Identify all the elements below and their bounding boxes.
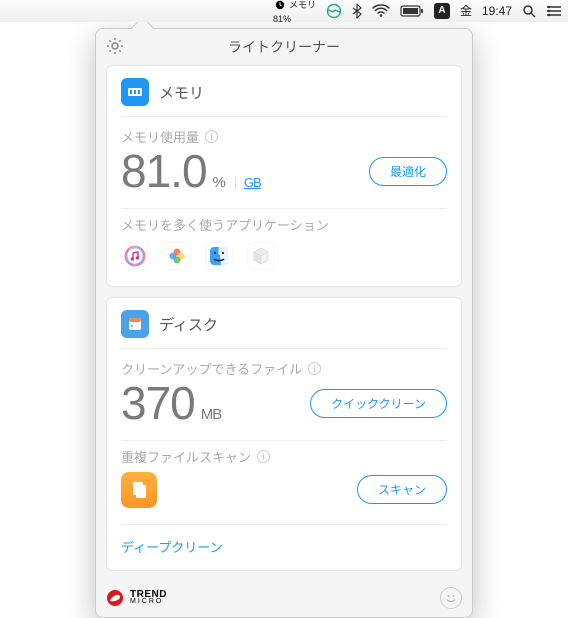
- scan-button[interactable]: スキャン: [357, 475, 447, 504]
- notification-center-icon[interactable]: [546, 5, 562, 17]
- menubar-day[interactable]: 金: [460, 2, 472, 19]
- memory-apps-row: [121, 236, 447, 272]
- duplicate-section: 重複ファイルスキャン i スキャン: [107, 441, 461, 524]
- trend-logo-icon: [106, 589, 124, 607]
- brand-sub: MICRO: [130, 599, 167, 605]
- settings-button[interactable]: [106, 37, 124, 58]
- battery-icon[interactable]: [400, 5, 424, 17]
- wifi-icon[interactable]: [372, 4, 390, 18]
- disk-cleanable-section: クリーンアップできるファイル i 370 MB クイッククリーン: [107, 349, 461, 440]
- duplicate-label: 重複ファイルスキャン: [121, 447, 251, 466]
- memory-usage-label: メモリ使用量: [121, 127, 199, 146]
- menubar-time[interactable]: 19:47: [482, 4, 512, 18]
- spotlight-icon[interactable]: [522, 4, 536, 18]
- info-icon[interactable]: i: [257, 450, 270, 463]
- feedback-button[interactable]: [440, 587, 462, 609]
- memory-usage-section: メモリ使用量 i 81.0 % GB 最適化: [107, 117, 461, 208]
- menubar-globe-icon[interactable]: [326, 3, 342, 19]
- cleanable-unit: MB: [201, 407, 222, 422]
- photos-icon[interactable]: [163, 242, 191, 270]
- memory-card-title: メモリ: [159, 82, 204, 103]
- menubar-memory-indicator[interactable]: メモリ 81%: [273, 0, 316, 23]
- optimize-button[interactable]: 最適化: [369, 157, 447, 186]
- clock-icon: [273, 0, 287, 12]
- cleanable-label: クリーンアップできるファイル: [121, 359, 302, 378]
- menubar-memory-label: メモリ: [289, 1, 316, 9]
- menubar: メモリ 81% A 金 19:47: [0, 0, 568, 22]
- light-cleaner-popover: ライトクリーナー メモリ メモリ使用量 i 81.0 % GB: [95, 28, 473, 618]
- memory-usage-value: 81.0 % GB: [121, 148, 261, 194]
- quick-clean-button[interactable]: クイッククリーン: [310, 389, 447, 418]
- trend-logo-text: TRENDMICRO: [130, 590, 167, 605]
- cleanable-value: 370 MB: [121, 380, 221, 426]
- input-source-badge[interactable]: A: [434, 3, 450, 19]
- duplicate-files-icon: [121, 472, 157, 508]
- memory-value-unit: %: [213, 175, 225, 190]
- popover-container: ライトクリーナー メモリ メモリ使用量 i 81.0 % GB: [95, 28, 473, 618]
- cube-icon[interactable]: [247, 242, 275, 270]
- memory-card-header: メモリ: [107, 66, 461, 116]
- info-icon[interactable]: i: [205, 130, 218, 143]
- cleanable-label-row: クリーンアップできるファイル i: [121, 359, 447, 378]
- bluetooth-icon[interactable]: [352, 3, 362, 19]
- memory-card: メモリ メモリ使用量 i 81.0 % GB 最適化: [106, 65, 462, 287]
- memory-apps-label: メモリを多く使うアプリケーション: [121, 215, 329, 234]
- memory-icon: [121, 78, 149, 106]
- deep-clean-link[interactable]: ディープクリーン: [107, 525, 461, 570]
- disk-card: ディスク クリーンアップできるファイル i 370 MB クイッククリーン: [106, 297, 462, 571]
- disk-icon: [121, 310, 149, 338]
- disk-card-title: ディスク: [159, 314, 218, 335]
- disk-card-header: ディスク: [107, 298, 461, 348]
- info-icon[interactable]: i: [308, 362, 321, 375]
- popover-footer: TRENDMICRO: [96, 581, 472, 617]
- memory-usage-label-row: メモリ使用量 i: [121, 127, 447, 146]
- cleanable-number: 370: [121, 380, 195, 426]
- trend-micro-logo: TRENDMICRO: [106, 589, 167, 607]
- popover-title: ライトクリーナー: [228, 37, 340, 57]
- duplicate-label-row: 重複ファイルスキャン i: [121, 447, 447, 466]
- memory-value-number: 81.0: [121, 148, 207, 194]
- finder-icon[interactable]: [205, 242, 233, 270]
- popover-header: ライトクリーナー: [96, 29, 472, 65]
- gb-toggle-link[interactable]: GB: [235, 176, 261, 189]
- menubar-memory-percent: 81%: [273, 15, 291, 23]
- itunes-icon[interactable]: [121, 242, 149, 270]
- memory-apps-section: メモリを多く使うアプリケーション: [107, 209, 461, 286]
